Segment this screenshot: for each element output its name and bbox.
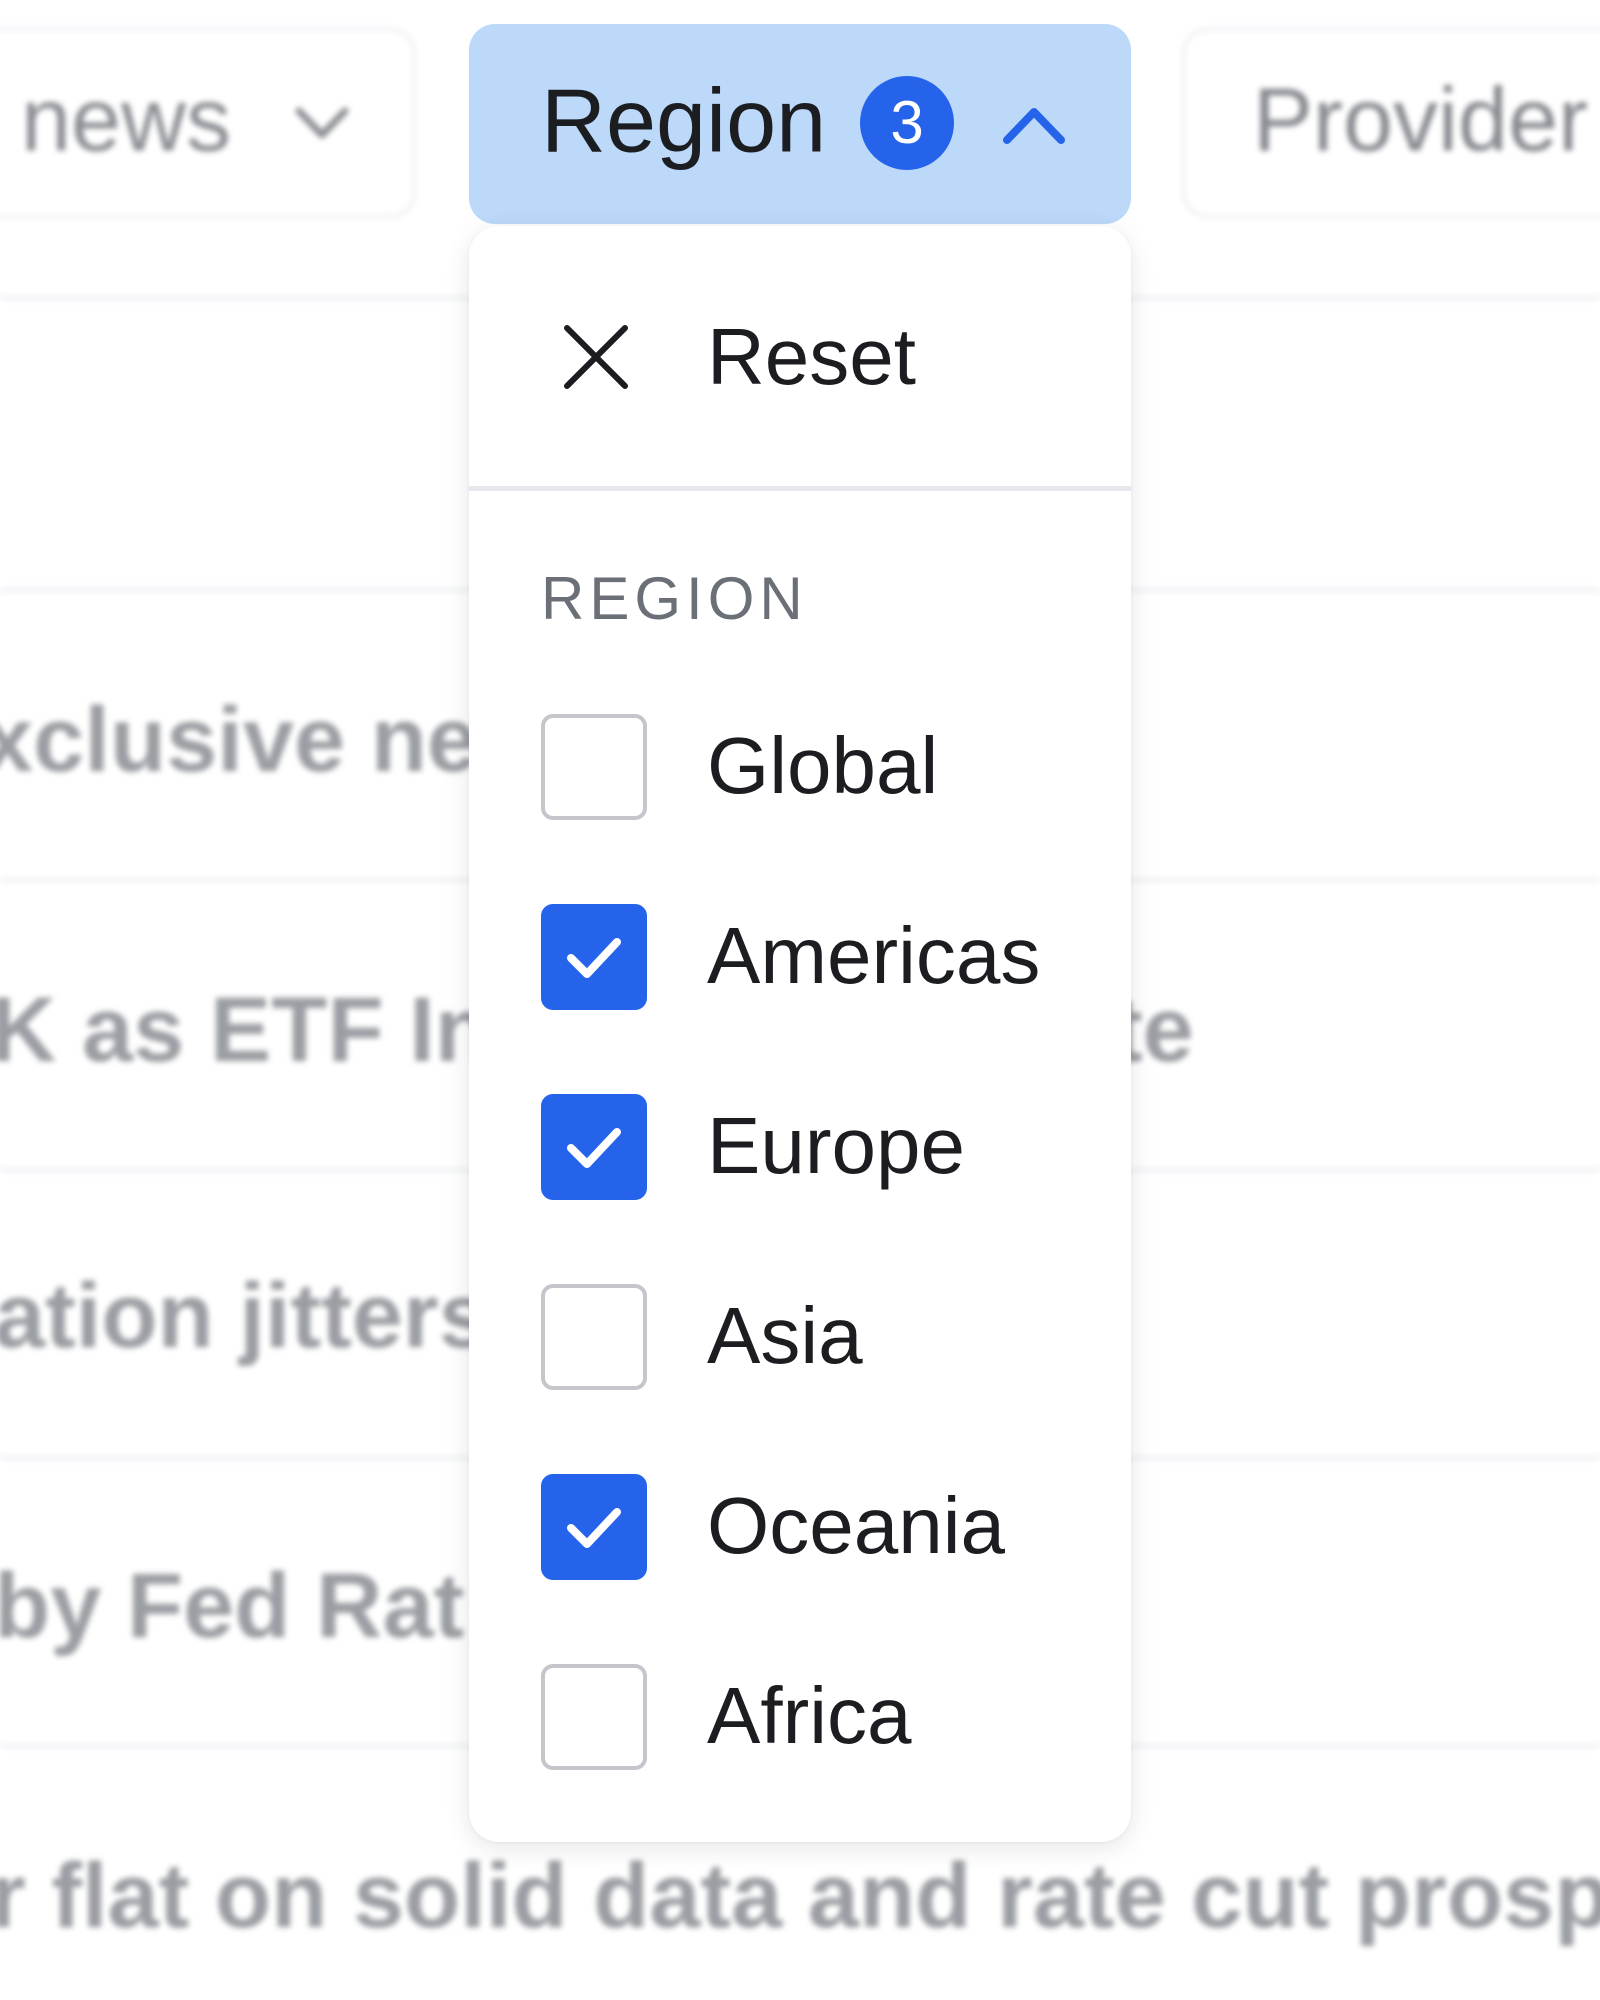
- news-filter-chip-label: news: [21, 70, 232, 171]
- checkbox-unchecked[interactable]: [541, 714, 647, 820]
- news-headline[interactable]: r flat on solid data and rate cut prosp: [0, 1844, 1600, 1949]
- news-headline[interactable]: K as ETF In: [0, 978, 491, 1083]
- region-option-europe[interactable]: Europe: [469, 1062, 1131, 1212]
- region-group-heading: REGION: [541, 565, 808, 632]
- news-filter-chip[interactable]: news: [0, 28, 416, 218]
- region-option-label: Africa: [707, 1671, 912, 1760]
- chevron-up-icon: [1003, 108, 1065, 144]
- chevron-down-icon: [295, 107, 349, 139]
- region-dropdown-menu: Reset REGION Global Americas Europe Asia Oce…: [469, 226, 1131, 1842]
- reset-label: Reset: [707, 312, 916, 401]
- selected-count-badge: 3: [860, 76, 954, 170]
- checkbox-checked[interactable]: [541, 1474, 647, 1580]
- checkmark-icon: [567, 938, 621, 978]
- region-option-global[interactable]: Global: [469, 682, 1131, 832]
- news-headline[interactable]: ation jitters: [0, 1264, 490, 1369]
- checkmark-icon: [567, 1128, 621, 1168]
- close-icon: [564, 325, 628, 389]
- checkbox-unchecked[interactable]: [541, 1664, 647, 1770]
- region-filter-button[interactable]: Region 3: [469, 24, 1131, 224]
- region-option-asia[interactable]: Asia: [469, 1252, 1131, 1402]
- region-option-africa[interactable]: Africa: [469, 1632, 1131, 1782]
- region-filter-label: Region: [541, 71, 827, 172]
- provider-filter-chip-label: Provider: [1253, 70, 1589, 171]
- menu-divider: [469, 486, 1131, 491]
- region-option-label: Europe: [707, 1101, 965, 1190]
- provider-filter-chip[interactable]: Provider: [1182, 28, 1600, 218]
- checkmark-icon: [567, 1508, 621, 1548]
- news-headline[interactable]: xclusive nev: [0, 688, 529, 793]
- region-option-label: Global: [707, 721, 939, 810]
- region-option-label: Asia: [707, 1291, 863, 1380]
- filter-toolbar-screen: news Provider xclusive nev K as ETF In t…: [0, 0, 1600, 2000]
- reset-button[interactable]: Reset: [469, 226, 1131, 486]
- region-option-americas[interactable]: Americas: [469, 872, 1131, 1022]
- region-option-oceania[interactable]: Oceania: [469, 1442, 1131, 1592]
- region-option-label: Oceania: [707, 1481, 1005, 1570]
- news-headline[interactable]: by Fed Rat: [0, 1554, 464, 1659]
- checkbox-checked[interactable]: [541, 1094, 647, 1200]
- checkbox-unchecked[interactable]: [541, 1284, 647, 1390]
- checkbox-checked[interactable]: [541, 904, 647, 1010]
- region-option-label: Americas: [707, 911, 1041, 1000]
